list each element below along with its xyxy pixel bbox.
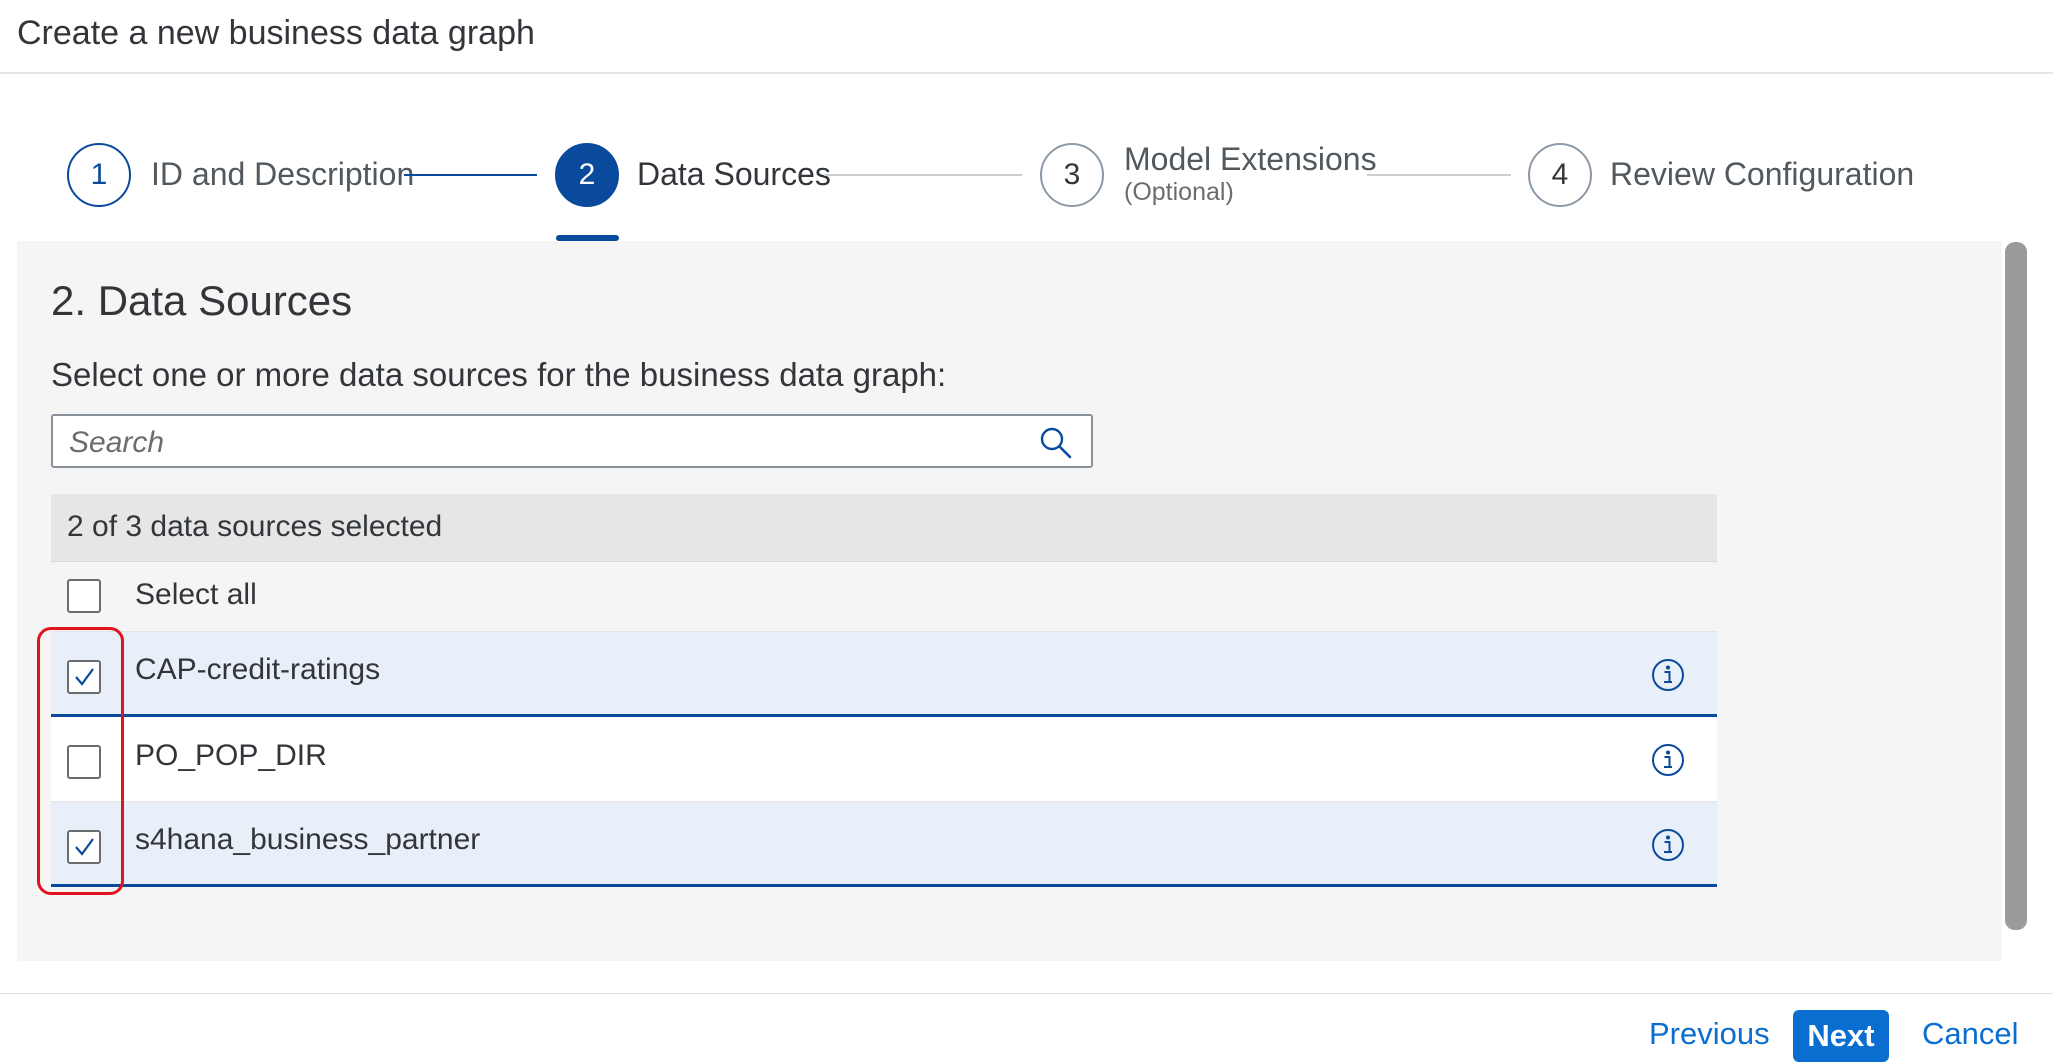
previous-button[interactable]: Previous xyxy=(1649,1016,1770,1052)
step-1-label[interactable]: ID and Description xyxy=(151,156,414,193)
step-3-circle[interactable]: 3 xyxy=(1040,143,1104,207)
step-connector-1-2 xyxy=(404,174,537,176)
select-all-label: Select all xyxy=(135,578,257,611)
dialog-footer: Previous Next Cancel xyxy=(0,993,2053,1063)
cancel-button[interactable]: Cancel xyxy=(1922,1016,2019,1052)
step-2-label[interactable]: Data Sources xyxy=(637,156,831,193)
step-1-circle[interactable]: 1 xyxy=(67,143,131,207)
search-icon[interactable] xyxy=(1039,426,1073,460)
dialog-title: Create a new business data graph xyxy=(17,14,535,52)
list-header: 2 of 3 data sources selected xyxy=(51,494,1717,562)
instruction-text: Select one or more data sources for the … xyxy=(51,356,947,393)
list-item[interactable]: s4hana_business_partner xyxy=(51,802,1717,887)
step-4-label[interactable]: Review Configuration xyxy=(1610,156,1914,193)
info-icon[interactable] xyxy=(1651,828,1685,862)
next-button[interactable]: Next xyxy=(1793,1010,1889,1062)
section-title: 2. Data Sources xyxy=(51,277,353,324)
item-label: CAP-credit-ratings xyxy=(135,653,381,686)
info-icon[interactable] xyxy=(1651,743,1685,777)
dialog-header: Create a new business data graph xyxy=(0,0,2053,74)
item-label: PO_POP_DIR xyxy=(135,739,327,772)
step-3-sublabel: (Optional) xyxy=(1124,178,1234,206)
step-2-circle[interactable]: 2 xyxy=(555,143,619,207)
select-all-row[interactable]: Select all xyxy=(51,562,1717,632)
step-connector-3-4 xyxy=(1367,174,1511,176)
item-label: s4hana_business_partner xyxy=(135,823,481,856)
step-4-circle[interactable]: 4 xyxy=(1528,143,1592,207)
selection-count: 2 of 3 data sources selected xyxy=(67,510,443,543)
vertical-scrollbar[interactable] xyxy=(2005,242,2027,930)
search-input[interactable] xyxy=(67,424,1031,462)
select-all-checkbox[interactable] xyxy=(67,579,101,613)
list-item[interactable]: CAP-credit-ratings xyxy=(51,632,1717,717)
wizard-progress-bar: 1 ID and Description 2 Data Sources 3 Mo… xyxy=(0,74,2053,241)
info-icon[interactable] xyxy=(1651,658,1685,692)
list-item[interactable]: PO_POP_DIR xyxy=(51,717,1717,802)
checkbox-highlight-annotation xyxy=(37,627,124,895)
search-field[interactable] xyxy=(51,414,1093,468)
step-3-label[interactable]: Model Extensions xyxy=(1124,141,1377,178)
step-connector-2-3 xyxy=(824,174,1022,176)
